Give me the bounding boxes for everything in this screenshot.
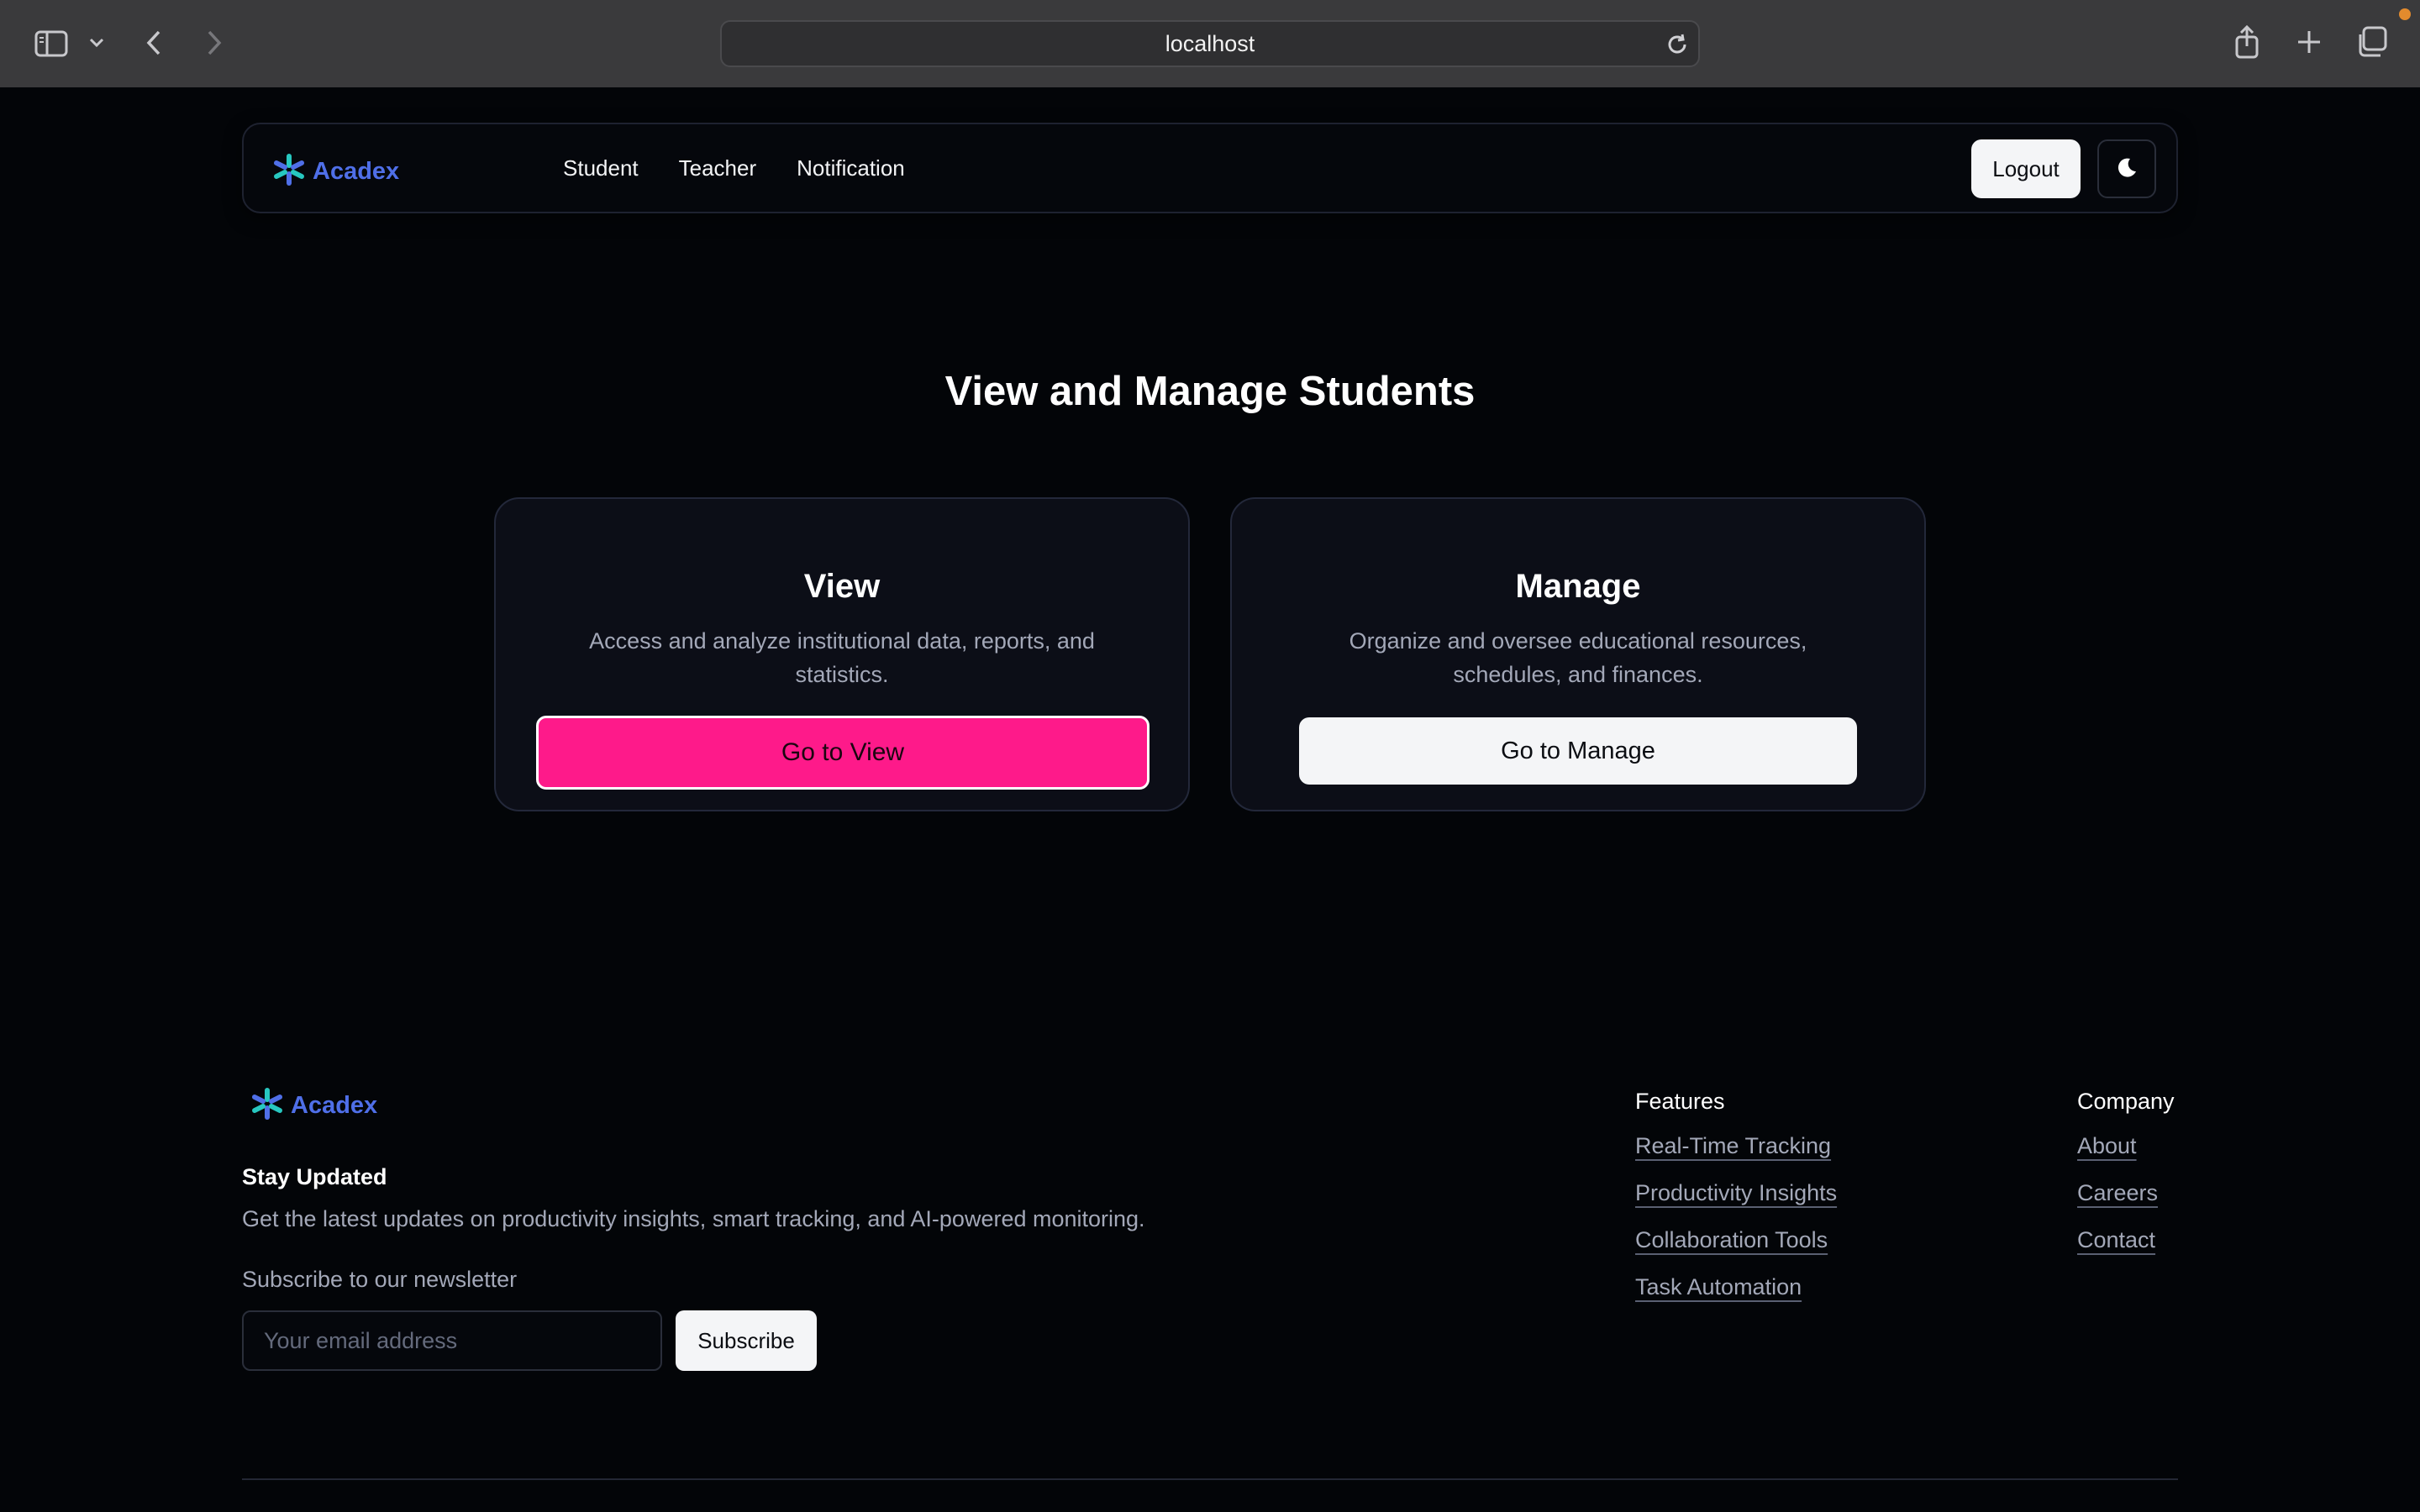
stay-updated-description: Get the latest updates on productivity i… <box>242 1206 1145 1231</box>
browser-toolbar: localhost <box>0 0 2420 87</box>
brand-name: Acadex <box>313 158 400 185</box>
view-card-description: Access and analyze institutional data, r… <box>589 628 1095 687</box>
go-to-view-button[interactable]: Go to View <box>536 716 1150 790</box>
stay-updated-title: Stay Updated <box>242 1164 387 1189</box>
tabs-overview-icon[interactable] <box>2354 25 2388 59</box>
footer-link-task-automation[interactable]: Task Automation <box>1635 1273 1802 1302</box>
nav-link-teacher[interactable]: Teacher <box>679 155 757 181</box>
reload-icon[interactable] <box>1665 32 1690 57</box>
footer-brand-name: Acadex <box>291 1092 378 1119</box>
footer-link-about[interactable]: About <box>2077 1131 2137 1161</box>
go-to-manage-button[interactable]: Go to Manage <box>1299 717 1857 785</box>
footer-link-productivity-insights[interactable]: Productivity Insights <box>1635 1179 1837 1208</box>
url-text: localhost <box>1165 30 1255 56</box>
chevron-down-icon[interactable] <box>87 34 106 52</box>
footer-brand-logo[interactable]: Acadex <box>250 1087 377 1125</box>
manage-card: Manage Organize and oversee educational … <box>1230 497 1926 811</box>
share-icon[interactable] <box>2232 25 2262 59</box>
footer-link-real-time-tracking[interactable]: Real-Time Tracking <box>1635 1131 1831 1161</box>
nav-link-notification[interactable]: Notification <box>797 155 905 181</box>
manage-card-description: Organize and oversee educational resourc… <box>1349 628 1807 687</box>
subscribe-button[interactable]: Subscribe <box>676 1310 817 1371</box>
footer-link-contact[interactable]: Contact <box>2077 1226 2155 1255</box>
new-tab-icon[interactable] <box>2294 27 2324 57</box>
moon-icon <box>2115 156 2139 182</box>
features-heading: Features <box>1635 1089 1725 1114</box>
nav-link-student[interactable]: Student <box>563 155 639 181</box>
footer-link-collaboration-tools[interactable]: Collaboration Tools <box>1635 1226 1828 1255</box>
acadex-logo-icon <box>272 153 306 191</box>
company-heading: Company <box>2077 1089 2175 1114</box>
sidebar-icon[interactable] <box>34 29 69 59</box>
view-card-title: View <box>803 568 881 605</box>
view-card: View Access and analyze institutional da… <box>494 497 1190 811</box>
notification-dot <box>2399 8 2411 20</box>
brand-logo[interactable]: Acadex <box>272 153 399 191</box>
theme-toggle-button[interactable] <box>2097 139 2156 198</box>
address-bar[interactable]: localhost <box>720 20 1700 67</box>
footer-divider <box>242 1478 2178 1480</box>
forward-icon[interactable] <box>202 27 227 59</box>
email-input[interactable] <box>242 1310 662 1371</box>
back-icon[interactable] <box>141 27 166 59</box>
manage-card-title: Manage <box>1515 568 1641 605</box>
features-column: Features Real-Time Tracking Productivity… <box>1635 1089 1837 1320</box>
page-title: View and Manage Students <box>944 369 1476 414</box>
acadex-logo-icon <box>250 1087 284 1125</box>
top-navbar: Acadex Student Teacher Notification Logo… <box>242 123 2178 213</box>
nav-links: Student Teacher Notification <box>563 124 945 212</box>
footer-link-careers[interactable]: Careers <box>2077 1179 2158 1208</box>
company-column: Company About Careers Contact <box>2077 1089 2175 1273</box>
logout-button[interactable]: Logout <box>1971 139 2081 198</box>
newsletter-label: Subscribe to our newsletter <box>242 1267 518 1292</box>
